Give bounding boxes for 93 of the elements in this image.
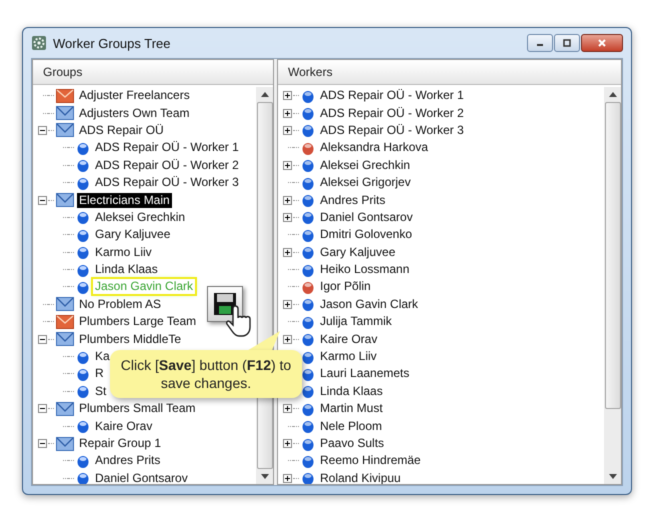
worker-item[interactable]: Aleksei Grechkin	[93, 210, 188, 225]
envelope-icon	[56, 122, 74, 138]
expand-icon[interactable]	[283, 474, 292, 483]
envelope-icon	[56, 192, 74, 208]
scroll-down-icon[interactable]	[260, 474, 268, 479]
worker-item[interactable]: Linda Klaas	[318, 384, 385, 399]
person-icon	[76, 244, 90, 260]
gear-icon	[31, 35, 47, 51]
group-item[interactable]: ADS Repair OÜ	[77, 122, 166, 138]
column-header: Groups	[33, 60, 273, 85]
worker-item[interactable]: Paavo Sults	[318, 436, 386, 451]
minimize-button[interactable]	[527, 34, 553, 52]
expand-icon[interactable]	[283, 248, 292, 257]
worker-item[interactable]: ADS Repair OÜ - Worker 1	[318, 88, 466, 104]
worker-item[interactable]: St	[93, 384, 108, 399]
worker-item[interactable]: Julija Tammik	[318, 314, 394, 330]
worker-item[interactable]: Linda Klaas	[93, 262, 160, 278]
expand-icon[interactable]	[283, 439, 292, 448]
expand-icon[interactable]	[283, 212, 292, 222]
window-title: Worker Groups Tree	[53, 36, 171, 50]
scroll-up-icon[interactable]	[260, 92, 268, 97]
worker-item[interactable]: Martin Must	[318, 401, 385, 416]
collapse-icon[interactable]	[38, 196, 47, 205]
close-icon	[597, 38, 607, 48]
worker-item[interactable]: Karmo Liiv	[93, 244, 154, 260]
worker-item[interactable]: Reemo Hindremäe	[318, 453, 423, 468]
collapse-icon[interactable]	[38, 334, 47, 344]
scroll-down-icon[interactable]	[608, 474, 616, 479]
worker-item[interactable]: R	[93, 366, 106, 382]
person-icon	[76, 418, 90, 434]
worker-item[interactable]: Karmo Liiv	[318, 349, 379, 364]
person-icon	[76, 470, 90, 484]
collapse-icon[interactable]	[38, 126, 47, 135]
worker-item[interactable]: Roland Kivipuu	[318, 470, 403, 484]
collapse-icon[interactable]	[38, 404, 47, 414]
worker-item[interactable]: Aleksei Grigorjev	[318, 175, 413, 190]
group-item[interactable]: Electricians Main	[77, 192, 172, 208]
worker-item[interactable]: Ka	[93, 349, 112, 364]
expand-icon[interactable]	[283, 404, 292, 414]
group-item[interactable]: Adjusters Own Team	[77, 106, 192, 121]
worker-item[interactable]: Nele Ploom	[318, 418, 384, 434]
group-item[interactable]: Plumbers Small Team	[77, 401, 198, 416]
maximize-button[interactable]	[554, 34, 580, 52]
expand-icon[interactable]	[283, 91, 292, 100]
worker-item[interactable]: Lauri Laanemets	[318, 366, 412, 382]
worker-item[interactable]: Gary Kaljuvee	[93, 227, 172, 242]
worker-item[interactable]: Aleksandra Harkova	[318, 140, 430, 156]
worker-item[interactable]: Dmitri Golovenko	[318, 227, 414, 242]
envelope-icon	[56, 296, 74, 312]
column-header: Workers	[278, 60, 621, 85]
worker-item[interactable]: ADS Repair OÜ - Worker 1	[93, 140, 241, 156]
worker-item[interactable]: Daniel Gontsarov	[318, 210, 415, 225]
scrollbar[interactable]	[604, 87, 621, 484]
worker-item[interactable]: Jason Gavin Clark	[318, 296, 420, 312]
envelope-icon	[56, 105, 74, 122]
worker-item[interactable]: ADS Repair OÜ - Worker 2	[318, 106, 466, 121]
group-item[interactable]: Plumbers MiddleTe	[77, 332, 184, 347]
envelope-icon	[56, 88, 74, 104]
group-item[interactable]: Adjuster Freelancers	[77, 88, 192, 104]
worker-item[interactable]: Andres Prits	[93, 453, 162, 468]
scroll-up-icon[interactable]	[608, 92, 616, 97]
group-item[interactable]: Plumbers Large Team	[77, 314, 198, 330]
expand-icon[interactable]	[283, 126, 292, 135]
envelope-icon	[56, 314, 74, 330]
envelope-icon	[56, 400, 74, 417]
group-item[interactable]: No Problem AS	[77, 296, 164, 312]
worker-item[interactable]: Igor Põlin	[318, 279, 373, 294]
close-button[interactable]	[581, 34, 623, 52]
expand-icon[interactable]	[283, 334, 292, 344]
worker-item[interactable]: ADS Repair OÜ - Worker 2	[93, 158, 241, 173]
expand-icon[interactable]	[283, 108, 292, 118]
envelope-icon	[56, 331, 74, 348]
worker-item[interactable]: Andres Prits	[318, 192, 388, 208]
worker-item[interactable]: Aleksei Grechkin	[318, 158, 412, 173]
maximize-icon	[562, 38, 572, 48]
save-icon[interactable]	[207, 286, 243, 322]
collapse-icon[interactable]	[38, 439, 47, 448]
worker-item[interactable]: Kaire Orav	[93, 418, 154, 434]
person-icon	[76, 383, 90, 400]
expand-icon[interactable]	[283, 160, 292, 170]
envelope-icon	[56, 436, 74, 452]
worker-item[interactable]: Heiko Lossmann	[318, 262, 412, 278]
worker-item[interactable]: ADS Repair OÜ - Worker 3	[318, 122, 466, 138]
worker-item[interactable]: Gary Kaljuvee	[318, 244, 398, 260]
worker-item[interactable]: Daniel Gontsarov	[93, 470, 190, 484]
person-icon	[76, 209, 90, 226]
expand-icon[interactable]	[283, 196, 292, 205]
worker-item[interactable]: ADS Repair OÜ - Worker 3	[93, 175, 241, 190]
group-item[interactable]: Repair Group 1	[77, 436, 164, 451]
person-icon	[76, 157, 90, 174]
worker-item[interactable]: Kaire Orav	[318, 332, 380, 347]
expand-icon[interactable]	[283, 300, 292, 309]
callout-text: Click [Save] button (F12) to save changes.	[120, 356, 292, 392]
